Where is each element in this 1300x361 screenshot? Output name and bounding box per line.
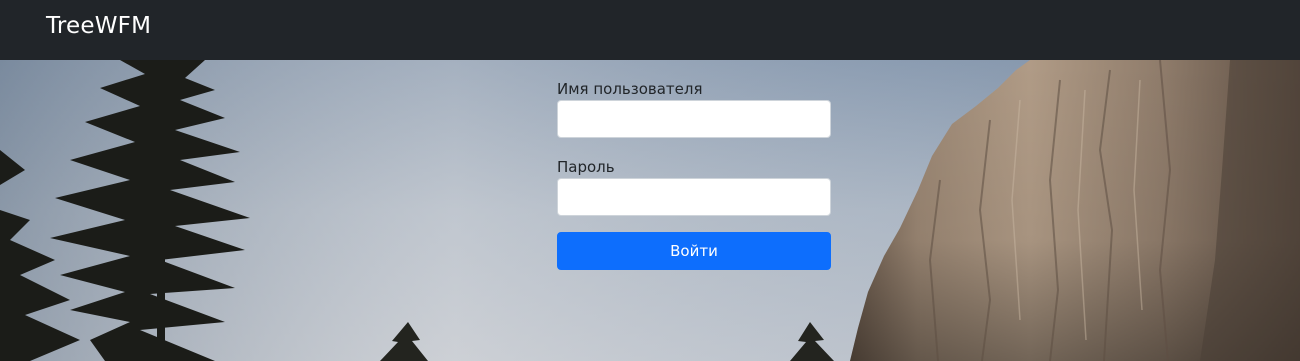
password-input[interactable] — [557, 178, 831, 216]
top-navbar: TreeWFM — [0, 0, 1300, 60]
username-input[interactable] — [557, 100, 831, 138]
username-group: Имя пользователя — [557, 78, 831, 138]
brand-logo-link[interactable]: TreeWFM — [46, 13, 151, 39]
login-button[interactable]: Войти — [557, 232, 831, 270]
username-label: Имя пользователя — [557, 80, 703, 98]
password-label: Пароль — [557, 158, 615, 176]
password-group: Пароль — [557, 156, 831, 216]
